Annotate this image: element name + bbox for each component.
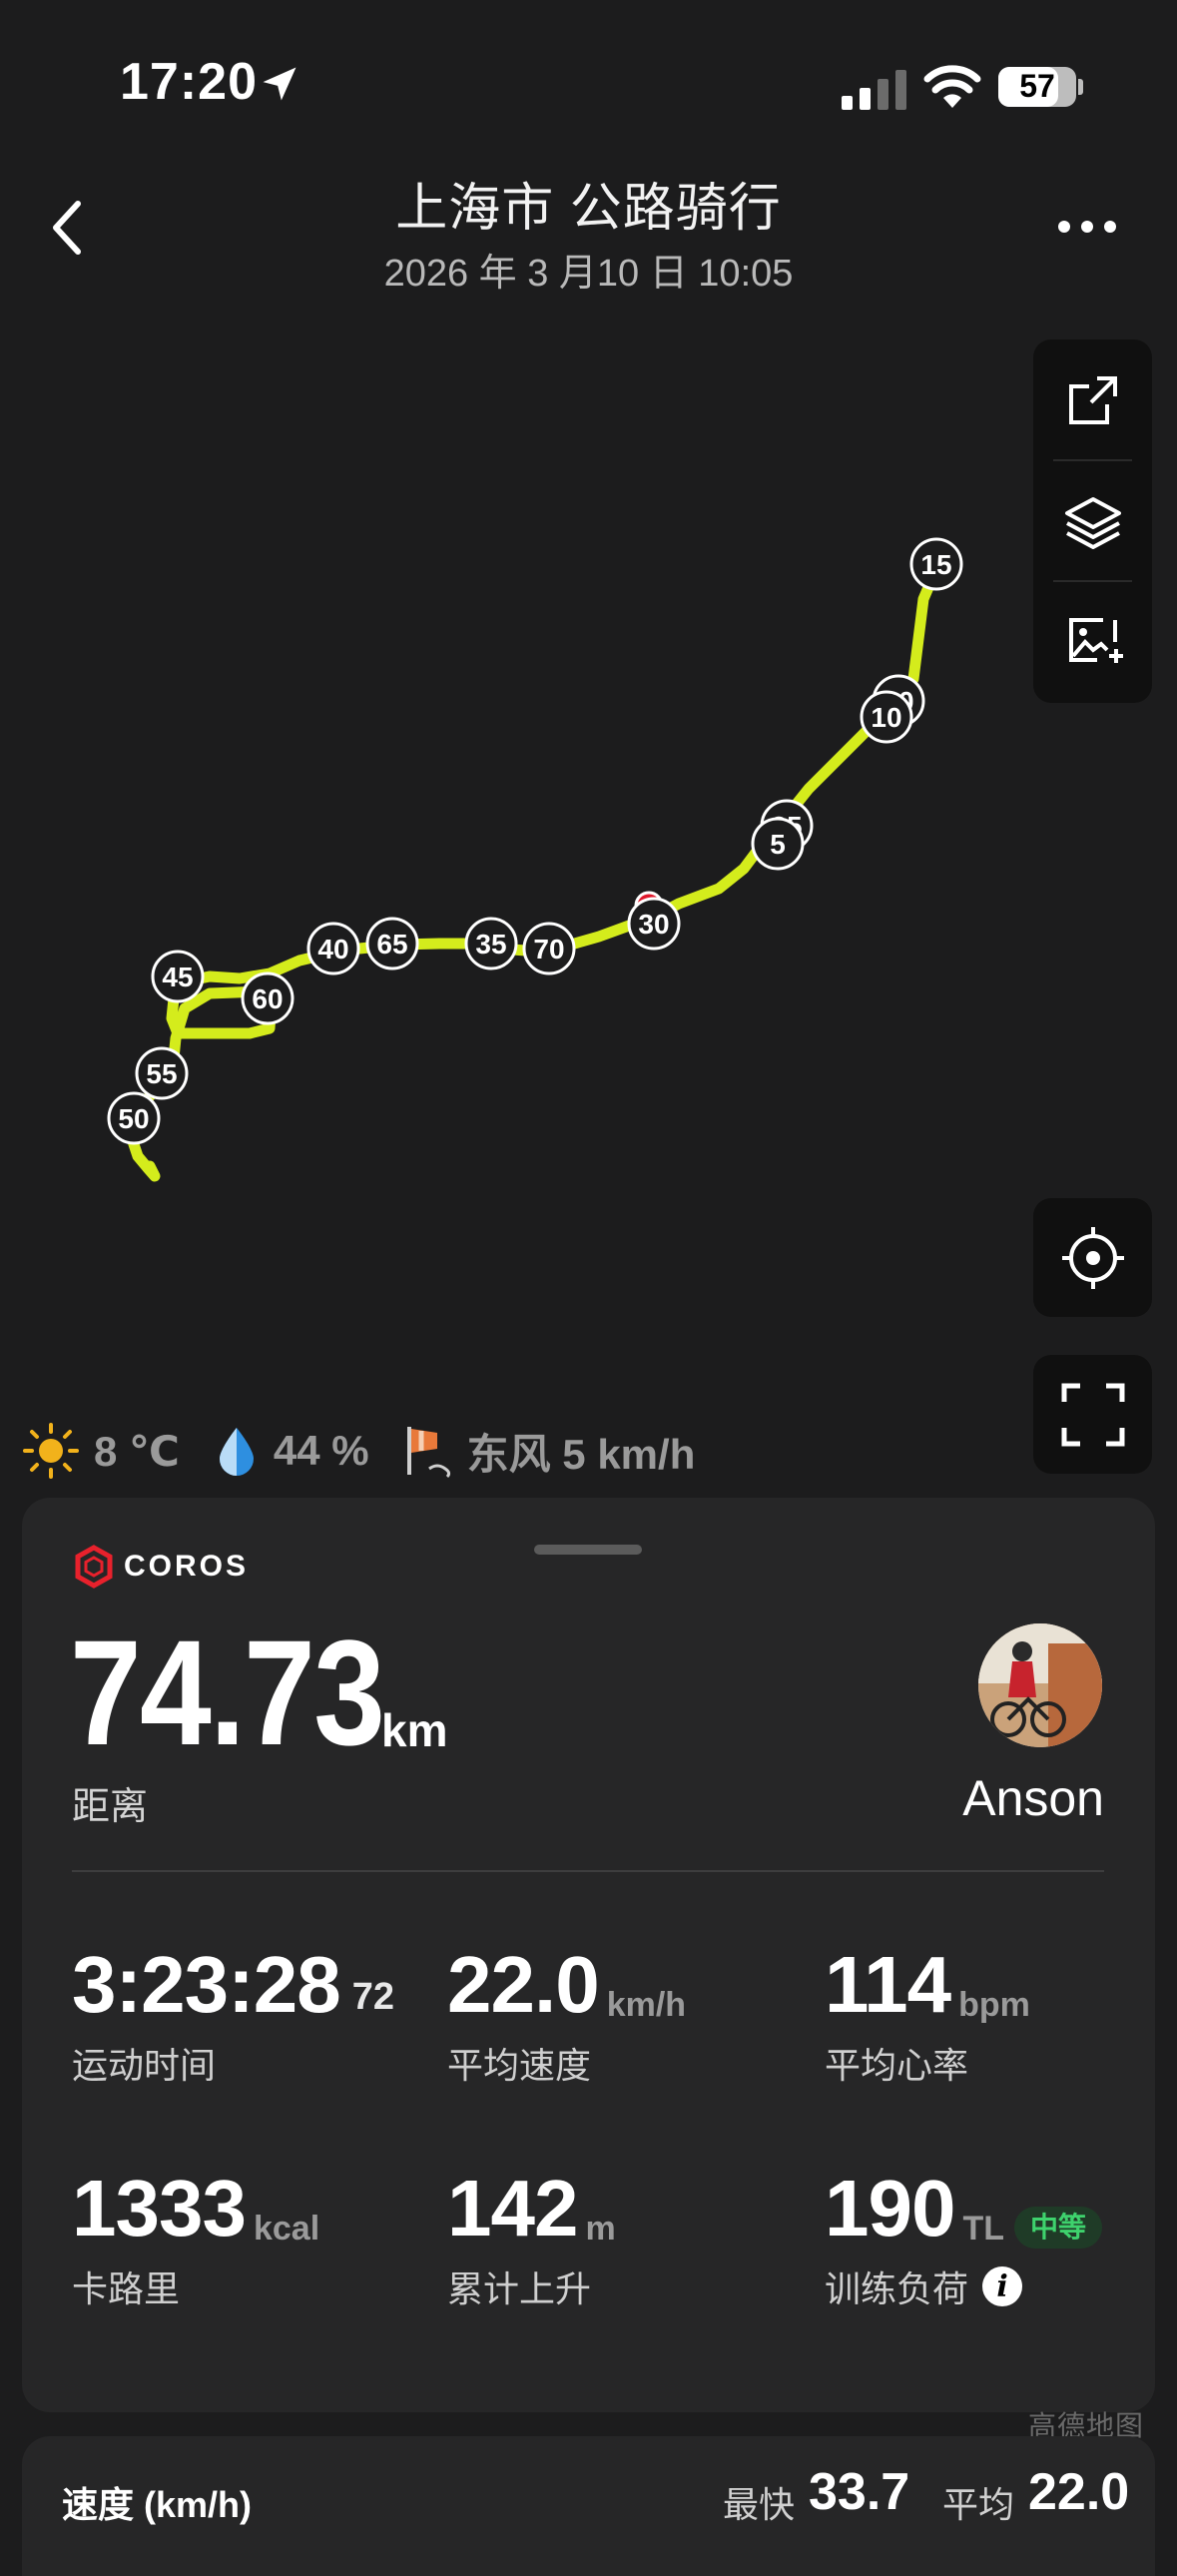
route-line <box>126 558 944 1182</box>
stat-unit: kcal <box>253 2210 320 2248</box>
km-marker-50: 50 <box>107 1091 161 1145</box>
km-marker-10: 10 <box>860 690 913 744</box>
speed-avg-value: 22.0 <box>1028 2463 1130 2521</box>
svg-text:55: 55 <box>146 1058 177 1089</box>
battery-level: 57 <box>1019 68 1055 104</box>
avatar-photo <box>978 1623 1102 1747</box>
svg-text:70: 70 <box>533 934 564 965</box>
layers-icon <box>1064 496 1121 549</box>
km-marker-35: 35 <box>464 917 518 970</box>
stat-fraction: 72 <box>351 1976 395 2018</box>
stat-value: 1333 <box>72 2164 247 2253</box>
speed-max-label: 最快 <box>723 2484 796 2525</box>
km-marker-15: 15 <box>909 537 963 591</box>
stat-duration: 3:23:28 72 运动时间 <box>72 1945 394 2089</box>
stat-label: 累计上升 <box>447 2268 592 2309</box>
wind: 东风 5 km/h <box>466 1430 696 1478</box>
km-marker-65: 65 <box>365 917 419 970</box>
add-photo-button[interactable] <box>1033 581 1152 702</box>
cellular-signal-icon <box>842 70 906 110</box>
windsock-icon <box>406 1427 450 1479</box>
stat-label: 平均速度 <box>447 2045 592 2086</box>
page-title: 上海市 公路骑行 <box>395 180 782 238</box>
stat-avg-speed: 22.0 km/h 平均速度 <box>447 1945 686 2089</box>
distance-value: 74.73 <box>70 1609 385 1776</box>
wifi-icon <box>923 65 981 108</box>
stat-elevation-gain: 142 m 累计上升 <box>447 2169 616 2312</box>
stat-value: 190 <box>825 2164 955 2253</box>
km-marker-5: 5 <box>751 817 805 871</box>
svg-text:15: 15 <box>920 549 951 580</box>
svg-text:5: 5 <box>770 829 786 860</box>
battery-indicator: 57 <box>998 67 1076 107</box>
speed-chart-title: 速度 (km/h) <box>62 2484 253 2525</box>
svg-text:65: 65 <box>376 929 407 960</box>
svg-text:35: 35 <box>475 929 506 960</box>
km-marker-55: 55 <box>135 1046 189 1100</box>
km-marker-60: 60 <box>241 971 294 1025</box>
svg-text:50: 50 <box>118 1103 149 1134</box>
svg-text:45: 45 <box>162 962 193 992</box>
coros-hexagon-icon <box>75 1545 113 1589</box>
training-load-badge: 中等 <box>1014 2207 1103 2249</box>
user-name[interactable]: Anson <box>898 1769 1104 1827</box>
km-marker-45: 45 <box>151 950 205 1003</box>
activity-datetime: 2026 年 3 月10 日 10:05 <box>383 253 794 295</box>
crosshair-icon <box>1061 1226 1124 1289</box>
speed-max-value: 33.7 <box>809 2463 910 2521</box>
fullscreen-button[interactable] <box>1033 1355 1152 1474</box>
speed-avg-label: 平均 <box>942 2484 1015 2525</box>
svg-text:30: 30 <box>638 909 669 940</box>
stat-unit: bpm <box>958 1986 1030 2024</box>
stat-value: 3:23:28 <box>72 1940 341 2029</box>
stat-unit: TL <box>962 2210 1005 2248</box>
locate-button[interactable] <box>1033 1198 1152 1317</box>
stat-unit: m <box>585 2210 616 2248</box>
svg-text:40: 40 <box>317 934 348 965</box>
km-marker-70: 70 <box>522 922 576 975</box>
stat-value: 142 <box>447 2164 578 2253</box>
svg-text:60: 60 <box>252 983 283 1014</box>
humidity: 44 % <box>273 1427 369 1474</box>
stat-calories: 1333 kcal 卡路里 <box>72 2169 319 2312</box>
brand-name: COROS <box>124 1550 250 1583</box>
map-tool-panel <box>1033 339 1152 703</box>
info-icon[interactable]: i <box>982 2266 1023 2306</box>
add-image-icon <box>1068 617 1123 663</box>
stat-avg-heart-rate: 114 bpm 平均心率 <box>825 1945 1030 2089</box>
coros-logo: COROS <box>74 1543 249 1591</box>
share-icon <box>1068 375 1117 424</box>
location-arrow-icon <box>263 67 296 101</box>
map-layers-button[interactable] <box>1033 460 1152 581</box>
route-map[interactable]: 152010255307035654060455550 <box>0 329 1177 1388</box>
stat-value: 22.0 <box>447 1940 600 2029</box>
stat-label: 卡路里 <box>72 2268 181 2309</box>
distance-label: 距离 <box>72 1786 149 1828</box>
temperature: 8 ℃ <box>94 1427 180 1475</box>
svg-text:10: 10 <box>871 702 901 733</box>
stat-training-load: 190 TL 中等 训练负荷 i <box>825 2164 1103 2312</box>
distance-unit: km <box>381 1704 448 1756</box>
fullscreen-icon <box>1061 1383 1124 1446</box>
status-time: 17:20 <box>120 53 258 111</box>
stat-unit: km/h <box>606 1986 687 2024</box>
more-options-icon[interactable] <box>1056 212 1118 242</box>
stat-label: 平均心率 <box>825 2045 969 2086</box>
stat-label: 训练负荷 <box>825 2268 969 2309</box>
divider <box>72 1870 1104 1872</box>
avatar[interactable] <box>978 1623 1102 1747</box>
share-button[interactable] <box>1033 339 1152 460</box>
stat-label: 运动时间 <box>72 2045 217 2086</box>
sun-icon <box>23 1423 79 1479</box>
km-marker-30: 30 <box>627 897 681 951</box>
stat-value: 114 <box>825 1940 951 2029</box>
drag-handle[interactable] <box>534 1545 642 1555</box>
humidity-drop-icon <box>219 1428 254 1476</box>
km-marker-40: 40 <box>306 922 360 975</box>
weather-row: 8 ℃ 44 % 东风 5 km/h <box>22 1416 729 1486</box>
